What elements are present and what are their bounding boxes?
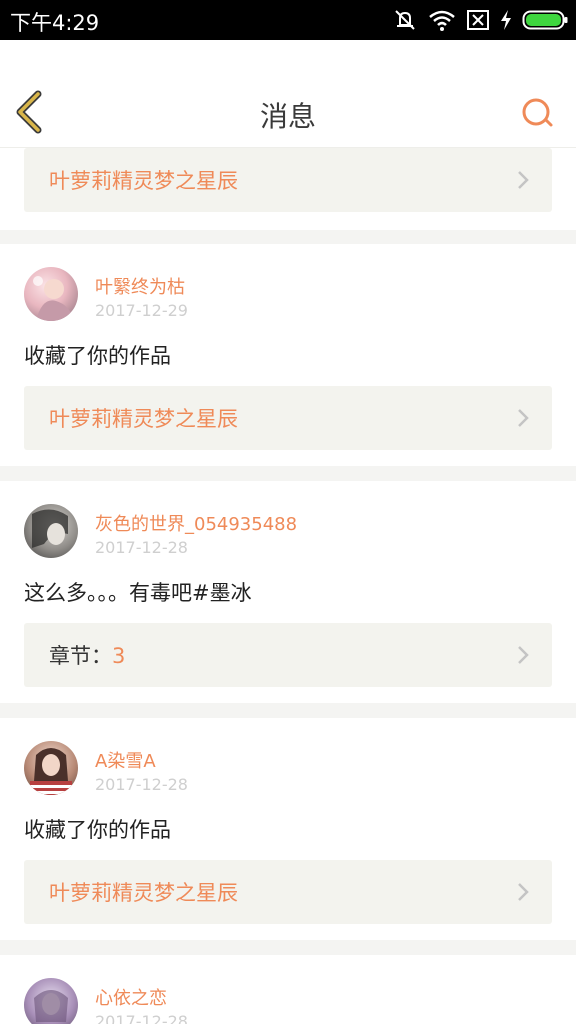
message-card: 叶繄终为枯 2017-12-29 收藏了你的作品 叶萝莉精灵梦之星辰 [0, 244, 576, 466]
mute-icon [395, 10, 415, 30]
message-text: 这么多。。。有毒吧#墨冰 [24, 581, 252, 605]
message-date: 2017-12-28 [95, 1012, 188, 1024]
work-title: 叶萝莉精灵梦之星辰 [49, 407, 238, 431]
chevron-right-icon [518, 646, 529, 664]
user-name[interactable]: 叶繄终为枯 [95, 273, 185, 299]
chapter-label: 章节：3 [49, 640, 125, 670]
chapter-label-text: 章节： [49, 644, 112, 668]
user-name[interactable]: A染雪A [95, 747, 156, 773]
chapter-number: 3 [112, 644, 126, 668]
message-card: 心依之恋 2017-12-28 [0, 955, 576, 1024]
message-text: 收藏了你的作品 [24, 818, 171, 842]
message-date: 2017-12-28 [95, 775, 188, 794]
chevron-right-icon [518, 883, 529, 901]
message-text: 收藏了你的作品 [24, 344, 171, 368]
user-name[interactable]: 心依之恋 [95, 984, 167, 1010]
user-name[interactable]: 灰色的世界_054935488 [95, 510, 297, 536]
avatar[interactable] [24, 978, 78, 1024]
search-icon [522, 98, 553, 127]
chevron-right-icon [518, 171, 529, 189]
message-card: 灰色的世界_054935488 2017-12-28 这么多。。。有毒吧#墨冰 … [0, 481, 576, 703]
avatar[interactable] [24, 741, 78, 795]
status-bar: 下午4:29 [0, 0, 576, 40]
nav-bar: 消息 [0, 40, 576, 148]
charging-icon [501, 10, 511, 30]
work-title: 叶萝莉精灵梦之星辰 [49, 169, 238, 193]
message-card: A染雪A 2017-12-28 收藏了你的作品 叶萝莉精灵梦之星辰 [0, 718, 576, 940]
work-link[interactable]: 叶萝莉精灵梦之星辰 [24, 386, 552, 450]
message-list[interactable]: 叶萝莉精灵梦之星辰 叶繄终为枯 2017-12-29 收藏了你的作品 叶萝莉精灵… [0, 148, 576, 1024]
avatar[interactable] [24, 267, 78, 321]
page-title: 消息 [259, 100, 316, 133]
message-card: 叶萝莉精灵梦之星辰 [0, 148, 576, 230]
work-link[interactable]: 叶萝莉精灵梦之星辰 [24, 860, 552, 924]
work-link[interactable]: 叶萝莉精灵梦之星辰 [24, 148, 552, 212]
no-sim-icon [467, 10, 489, 30]
status-icons [392, 7, 568, 33]
status-time: 下午4:29 [10, 11, 100, 35]
avatar[interactable] [24, 504, 78, 558]
message-date: 2017-12-28 [95, 538, 188, 557]
work-title: 叶萝莉精灵梦之星辰 [49, 881, 238, 905]
chevron-right-icon [518, 409, 529, 427]
message-date: 2017-12-29 [95, 301, 188, 320]
battery-icon [522, 10, 568, 30]
search-button[interactable] [520, 96, 556, 132]
chapter-link[interactable]: 章节：3 [24, 623, 552, 687]
wifi-icon [429, 10, 455, 31]
